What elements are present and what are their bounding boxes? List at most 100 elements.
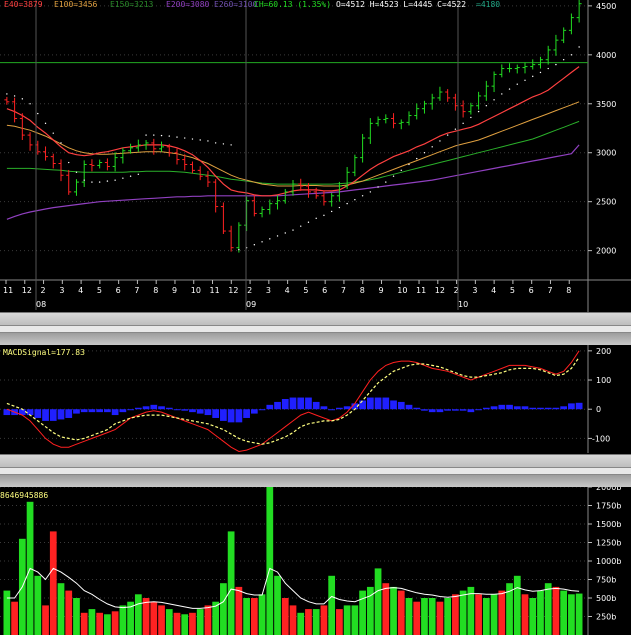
sar-dot [532, 75, 534, 78]
macd-hist-bar [181, 409, 189, 411]
volume-bar [243, 598, 250, 635]
price-y-axis: 2000 2500 3000 3500 4000 4500 [588, 2, 616, 256]
volume-bar [382, 583, 390, 635]
volume-bar [452, 594, 459, 635]
volume-bar [104, 614, 111, 635]
sar-dot [446, 134, 449, 136]
macd-chart[interactable]: 200 100 0 -100 MACDSignal=177.83 [0, 345, 631, 453]
sar-dot [106, 180, 109, 182]
macd-hist-bar [421, 409, 428, 411]
macd-hist-bar [297, 397, 305, 410]
macd-hist-bar [336, 407, 343, 410]
macd-hist-bar [142, 406, 150, 410]
macd-hist-bar [366, 397, 374, 410]
sar-dot [29, 103, 31, 105]
volume-bar [575, 593, 583, 635]
volume-bar [405, 598, 413, 635]
volume-y-tick-label: 500b [596, 594, 616, 603]
x-day-label: 2 [41, 286, 46, 295]
macd-y-axis: 200 100 0 -100 [588, 347, 611, 443]
pane-divider-1[interactable] [0, 312, 631, 346]
sar-dot [13, 95, 16, 97]
macd-hist-bar [552, 407, 560, 410]
sar-dot [168, 135, 170, 137]
volume-bar [297, 612, 305, 635]
macd-hist-bar [235, 409, 243, 423]
sar-dot [361, 195, 364, 197]
macd-hist-bar [104, 409, 111, 413]
volume-bar [552, 586, 560, 635]
volume-bar [289, 605, 297, 635]
macd-hist-bar [289, 397, 297, 410]
sar-dot [284, 232, 286, 234]
sar-dot [431, 146, 433, 148]
sar-dot [129, 175, 132, 177]
macd-hist-bar [26, 409, 34, 416]
volume-bar [413, 601, 421, 635]
pane-divider-2[interactable] [0, 454, 631, 488]
sar-dot [524, 79, 526, 81]
sar-dot [292, 229, 294, 231]
macd-hist-bar [42, 409, 49, 421]
macd-hist-bar [250, 409, 258, 414]
sar-dot [276, 235, 279, 237]
sar-dot [207, 140, 209, 142]
volume-bar [436, 601, 444, 635]
sar-dot [454, 128, 457, 130]
volume-bar [482, 598, 490, 635]
x-day-label: 5 [510, 286, 515, 295]
price-y-tick-label: 4000 [596, 51, 616, 60]
macd-hist-bar [111, 409, 119, 416]
x-day-label: 6 [529, 286, 534, 295]
volume-bar [498, 590, 506, 635]
price-y-tick-label: 3000 [596, 149, 616, 158]
volume-y-tick-label: 750b [596, 576, 616, 585]
x-day-label: 12 [228, 286, 238, 295]
volume-bar [196, 609, 204, 635]
x-day-label: 9 [378, 286, 383, 295]
volume-bar [189, 612, 196, 635]
volume-bar [65, 590, 73, 635]
sar-dot [300, 225, 302, 227]
macd-hist-bar [204, 409, 212, 416]
volume-y-tick-label: 2000b [596, 487, 621, 492]
sar-dot [400, 169, 402, 172]
macd-hist-bar [65, 409, 73, 418]
price-y-tick-label: 3500 [596, 100, 616, 109]
header-change: CH=60.13 (1.35%) [254, 0, 331, 9]
macd-hist-bar [390, 400, 397, 410]
price-chart[interactable]: 2000 2500 3000 3500 4000 4500 11 12 2 3 4 5 6 7 8 9 10 1… [0, 0, 631, 312]
sar-dot [416, 157, 418, 160]
x-day-label: 12 [22, 286, 32, 295]
volume-pane: 250b 500b 750b 1000b 1250b 1500b 1750b 2000b 86… [0, 487, 631, 635]
volume-bar [96, 612, 104, 635]
x-day-label: 8 [360, 286, 365, 295]
x-day-label: 7 [547, 286, 552, 295]
macd-hist-bar [220, 409, 227, 421]
volume-bar [142, 598, 150, 635]
sar-dot [137, 173, 140, 175]
volume-bar [227, 531, 235, 635]
macd-hist-bar [127, 409, 134, 411]
sar-dot [485, 105, 488, 107]
volume-bar [560, 590, 568, 635]
sar-dot [508, 88, 511, 90]
sar-dot [570, 54, 573, 56]
volume-chart[interactable]: 250b 500b 750b 1000b 1250b 1500b 1750b 2000b 86… [0, 487, 631, 635]
header-ema40: E40=3879 [4, 0, 43, 9]
volume-bar [513, 575, 521, 635]
sar-dot [191, 138, 194, 140]
macd-hist-bar [320, 406, 328, 410]
volume-bar [220, 583, 227, 635]
volume-bar [181, 614, 189, 635]
volume-bar [336, 609, 343, 635]
macd-hist-bar [80, 409, 88, 413]
x-day-label: 12 [435, 286, 445, 295]
macd-hist-bar [173, 409, 181, 411]
macd-hist-bar [568, 403, 575, 410]
sar-dot [176, 136, 178, 138]
macd-hist-bar [467, 409, 475, 413]
sar-dot [153, 134, 155, 136]
volume-bar [529, 598, 537, 635]
volume-bar [235, 586, 243, 635]
